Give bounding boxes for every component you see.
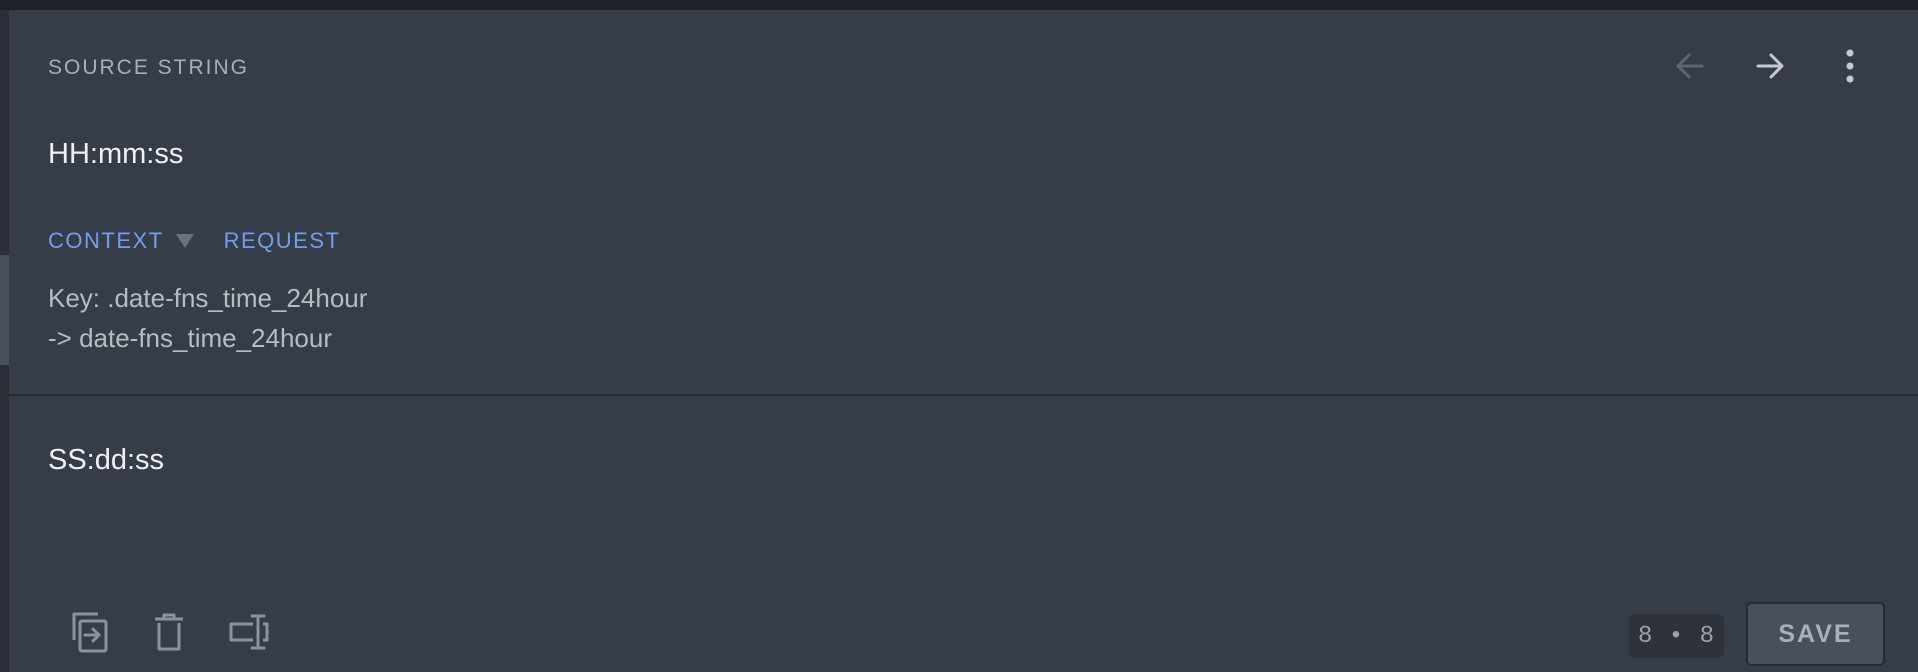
copy-source-button[interactable] (63, 606, 115, 658)
editor-panel: SOURCE STRING HH:mm:ss CONTEXT REQUEST K… (9, 10, 1918, 672)
trash-icon (155, 613, 183, 651)
previous-string-button[interactable] (1664, 42, 1716, 90)
left-panel-scroll-indicator (0, 255, 9, 365)
insert-placeholder-button[interactable] (223, 606, 275, 658)
tab-request[interactable]: REQUEST (224, 228, 341, 254)
character-counter: 8 • 8 (1629, 614, 1724, 658)
arrow-right-icon (1756, 53, 1784, 79)
arrow-left-icon (1676, 53, 1704, 79)
insert-placeholder-icon (229, 614, 269, 650)
source-navigation (1664, 42, 1876, 90)
window-top-edge (0, 0, 1918, 10)
source-section-title: SOURCE STRING (48, 56, 250, 79)
context-details: Key: .date-fns_time_24hour -> date-fns_t… (48, 278, 367, 358)
source-string-text: HH:mm:ss (48, 138, 184, 170)
save-button[interactable]: SAVE (1746, 602, 1885, 666)
tab-context[interactable]: CONTEXT (48, 228, 194, 254)
source-section: SOURCE STRING HH:mm:ss CONTEXT REQUEST K… (9, 10, 1918, 396)
more-options-button[interactable] (1824, 42, 1876, 90)
translation-input[interactable] (48, 440, 1868, 480)
translation-section: 8 • 8 SAVE (9, 398, 1918, 672)
more-vertical-icon (1846, 49, 1854, 83)
context-key-line: Key: .date-fns_time_24hour (48, 283, 368, 313)
chevron-down-icon (175, 234, 194, 248)
source-info-tabs: CONTEXT REQUEST (48, 228, 340, 254)
translation-tools (63, 606, 275, 658)
context-target-line: -> date-fns_time_24hour (48, 323, 333, 353)
left-panel-edge (0, 10, 9, 672)
copy-source-icon (72, 612, 108, 653)
delete-translation-button[interactable] (143, 606, 195, 658)
next-string-button[interactable] (1744, 42, 1796, 90)
tab-context-label: CONTEXT (48, 228, 164, 253)
